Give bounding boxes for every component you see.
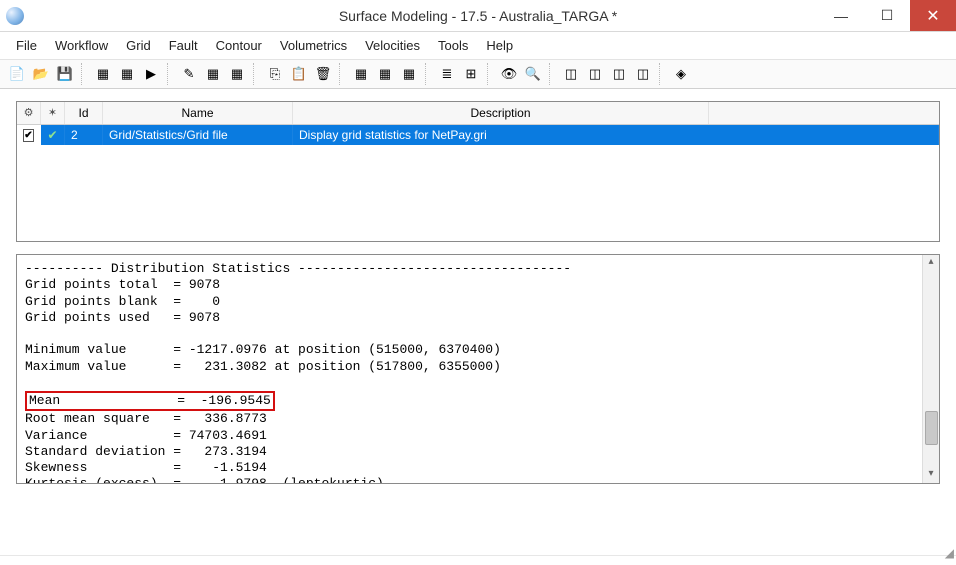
win1-icon[interactable]: ◫: [560, 63, 582, 85]
stats-line: Minimum value = -1217.0976 at position (…: [25, 342, 931, 358]
win4-icon[interactable]: ◫: [632, 63, 654, 85]
stats-line: [25, 375, 931, 391]
stats-line: Grid points blank = 0: [25, 294, 931, 310]
app-icon: [6, 7, 24, 25]
stats-scrollbar[interactable]: ▴ ▾: [922, 255, 939, 483]
row-id: 2: [65, 125, 103, 145]
stats-line: Grid points total = 9078: [25, 277, 931, 293]
header-status-icon[interactable]: ✶: [41, 102, 65, 124]
stats-line: Variance = 74703.4691: [25, 428, 931, 444]
stats-mean-line: Mean = -196.9545: [25, 391, 275, 411]
stats-output-panel: ---------- Distribution Statistics -----…: [16, 254, 940, 484]
header-id[interactable]: Id: [65, 102, 103, 124]
minimize-button[interactable]: —: [818, 0, 864, 31]
titlebar: Surface Modeling - 17.5 - Australia_TARG…: [0, 0, 956, 32]
header-spare: [709, 102, 939, 124]
row-checkbox-cell[interactable]: ✔: [17, 125, 41, 145]
task-grid-panel: ⚙ ✶ Id Name Description ✔ ✔ 2 Grid/Stati…: [16, 101, 940, 242]
grid2-icon[interactable]: ▦: [116, 63, 138, 85]
stats-line: Maximum value = 231.3082 at position (51…: [25, 359, 931, 375]
menu-grid[interactable]: Grid: [118, 36, 159, 55]
menu-help[interactable]: Help: [478, 36, 521, 55]
stats-mean-highlight: Mean = -196.9545: [25, 391, 931, 411]
table-icon[interactable]: ⊞: [460, 63, 482, 85]
edit3-icon[interactable]: ▦: [226, 63, 248, 85]
save-icon[interactable]: 💾: [54, 63, 76, 85]
stats-line: Standard deviation = 273.3194: [25, 444, 931, 460]
row-description: Display grid statistics for NetPay.gri: [293, 125, 939, 145]
grid1-icon[interactable]: ▦: [92, 63, 114, 85]
win3-icon[interactable]: ◫: [608, 63, 630, 85]
row-name: Grid/Statistics/Grid file: [103, 125, 293, 145]
stats-line: Root mean square = 336.8773: [25, 411, 931, 427]
resize-grip-icon[interactable]: ◢: [945, 546, 954, 560]
menu-tools[interactable]: Tools: [430, 36, 476, 55]
task-row[interactable]: ✔ ✔ 2 Grid/Statistics/Grid file Display …: [17, 125, 939, 145]
menu-file[interactable]: File: [8, 36, 45, 55]
colgrid1-icon[interactable]: ▦: [350, 63, 372, 85]
statusbar: [0, 555, 956, 565]
toolbar-separator: [425, 63, 431, 85]
toolbar-separator: [339, 63, 345, 85]
help-icon[interactable]: ◈: [670, 63, 692, 85]
stats-header: ---------- Distribution Statistics -----…: [25, 261, 931, 277]
toolbar-separator: [167, 63, 173, 85]
paste-icon[interactable]: 📋: [288, 63, 310, 85]
toolbar: 📄📂💾▦▦▶✎▦▦⎘📋🗑▦▦▦≣⊞👁🔍◫◫◫◫◈: [0, 59, 956, 89]
copy-icon[interactable]: ⎘: [264, 63, 286, 85]
menubar: FileWorkflowGridFaultContourVolumetricsV…: [0, 32, 956, 59]
eye-icon[interactable]: 👁: [498, 63, 520, 85]
stats-line: Kurtosis (excess) = 1.9798 (leptokurtic): [25, 476, 931, 484]
maximize-button[interactable]: ☐: [864, 0, 910, 31]
colgrid3-icon[interactable]: ▦: [398, 63, 420, 85]
menu-workflow[interactable]: Workflow: [47, 36, 116, 55]
menu-volumetrics[interactable]: Volumetrics: [272, 36, 355, 55]
stats-line: Grid points used = 9078: [25, 310, 931, 326]
close-button[interactable]: ✕: [910, 0, 956, 31]
menu-fault[interactable]: Fault: [161, 36, 206, 55]
stats-line: Skewness = -1.5194: [25, 460, 931, 476]
task-grid-header: ⚙ ✶ Id Name Description: [17, 102, 939, 125]
edit1-icon[interactable]: ✎: [178, 63, 200, 85]
toolbar-separator: [487, 63, 493, 85]
header-name[interactable]: Name: [103, 102, 293, 124]
list-icon[interactable]: ≣: [436, 63, 458, 85]
toolbar-separator: [659, 63, 665, 85]
header-settings-icon[interactable]: ⚙: [17, 102, 41, 124]
menu-velocities[interactable]: Velocities: [357, 36, 428, 55]
scroll-down-icon[interactable]: ▾: [923, 467, 939, 484]
trash-icon[interactable]: 🗑: [312, 63, 334, 85]
window-title: Surface Modeling - 17.5 - Australia_TARG…: [0, 8, 956, 24]
run-icon[interactable]: ▶: [140, 63, 162, 85]
zoom-icon[interactable]: 🔍: [522, 63, 544, 85]
toolbar-separator: [549, 63, 555, 85]
row-status-icon: ✔: [41, 125, 65, 145]
scroll-up-icon[interactable]: ▴: [923, 255, 939, 272]
workarea: ⚙ ✶ Id Name Description ✔ ✔ 2 Grid/Stati…: [0, 89, 956, 555]
scroll-thumb[interactable]: [925, 411, 938, 445]
open-icon[interactable]: 📂: [30, 63, 52, 85]
edit2-icon[interactable]: ▦: [202, 63, 224, 85]
row-checkbox[interactable]: ✔: [23, 129, 34, 142]
menu-contour[interactable]: Contour: [208, 36, 270, 55]
colgrid2-icon[interactable]: ▦: [374, 63, 396, 85]
toolbar-separator: [253, 63, 259, 85]
toolbar-separator: [81, 63, 87, 85]
stats-line: [25, 326, 931, 342]
header-description[interactable]: Description: [293, 102, 709, 124]
task-grid-empty: [17, 145, 939, 241]
new-icon[interactable]: 📄: [6, 63, 28, 85]
win2-icon[interactable]: ◫: [584, 63, 606, 85]
